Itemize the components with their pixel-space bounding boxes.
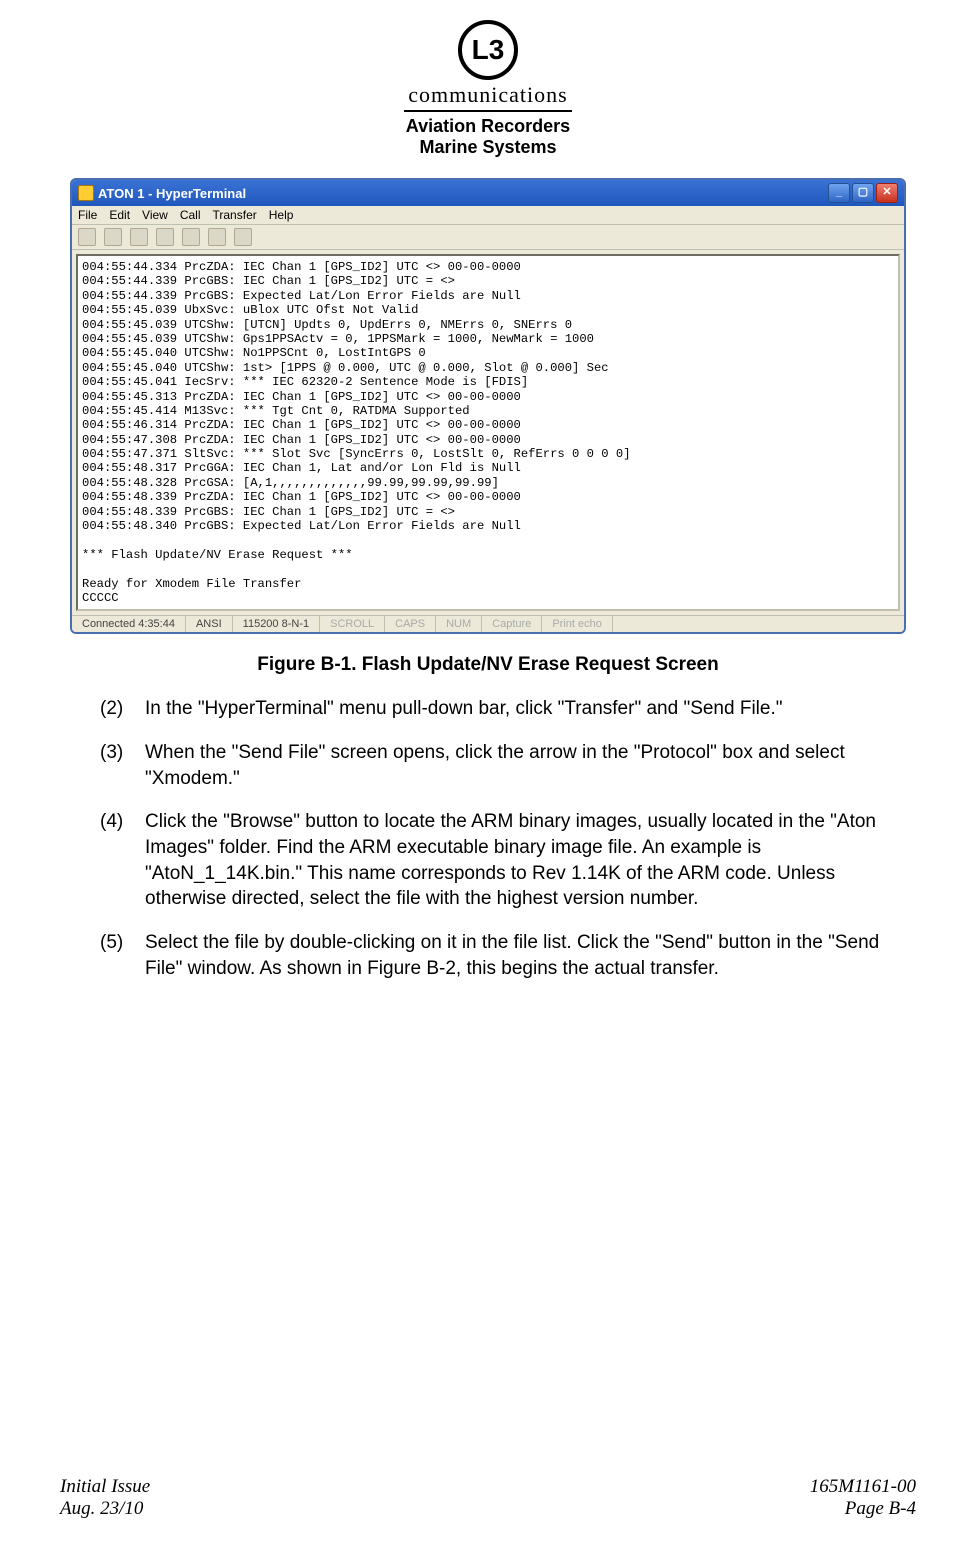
- status-caps: CAPS: [385, 616, 436, 632]
- close-button[interactable]: ✕: [876, 183, 898, 203]
- footer-pagenum: Page B-4: [810, 1498, 916, 1520]
- receive-icon[interactable]: [208, 228, 226, 246]
- status-capture: Capture: [482, 616, 542, 632]
- step-3: (3) When the "Send File" screen opens, c…: [100, 740, 906, 791]
- status-connected: Connected 4:35:44: [72, 616, 186, 632]
- page-header: L3 communications Aviation Recorders Mar…: [60, 20, 916, 158]
- step-text: When the "Send File" screen opens, click…: [145, 740, 906, 791]
- send-icon[interactable]: [182, 228, 200, 246]
- app-icon: [78, 185, 94, 201]
- menu-edit[interactable]: Edit: [109, 208, 130, 222]
- step-number: (5): [100, 930, 145, 981]
- status-emulation: ANSI: [186, 616, 233, 632]
- status-bar: Connected 4:35:44 ANSI 115200 8-N-1 SCRO…: [72, 615, 904, 632]
- footer-date: Aug. 23/10: [60, 1498, 150, 1520]
- minimize-button[interactable]: _: [828, 183, 850, 203]
- disconnect-icon[interactable]: [156, 228, 174, 246]
- status-num: NUM: [436, 616, 482, 632]
- call-icon[interactable]: [130, 228, 148, 246]
- status-port: 115200 8-N-1: [233, 616, 320, 632]
- status-scroll: SCROLL: [320, 616, 385, 632]
- footer-docnum: 165M1161-00: [810, 1476, 916, 1498]
- menu-help[interactable]: Help: [269, 208, 294, 222]
- properties-icon[interactable]: [234, 228, 252, 246]
- step-4: (4) Click the "Browse" button to locate …: [100, 809, 906, 912]
- menu-file[interactable]: File: [78, 208, 97, 222]
- toolbar: [72, 225, 904, 250]
- logo-badge: L3: [458, 20, 518, 80]
- footer-issue: Initial Issue: [60, 1476, 150, 1498]
- header-line1: Aviation Recorders: [60, 116, 916, 137]
- step-2: (2) In the "HyperTerminal" menu pull-dow…: [100, 696, 906, 722]
- step-number: (4): [100, 809, 145, 912]
- window-title: ATON 1 - HyperTerminal: [98, 186, 246, 201]
- open-icon[interactable]: [104, 228, 122, 246]
- menu-view[interactable]: View: [142, 208, 168, 222]
- page-footer: Initial Issue Aug. 23/10 165M1161-00 Pag…: [60, 1476, 916, 1520]
- company-logo: L3 communications: [404, 20, 571, 112]
- step-text: In the "HyperTerminal" menu pull-down ba…: [145, 696, 782, 722]
- logo-subtext: communications: [404, 82, 571, 112]
- instruction-body: (2) In the "HyperTerminal" menu pull-dow…: [100, 696, 906, 981]
- step-text: Select the file by double-clicking on it…: [145, 930, 906, 981]
- status-print: Print echo: [542, 616, 613, 632]
- maximize-button[interactable]: ▢: [852, 183, 874, 203]
- window-titlebar: ATON 1 - HyperTerminal _ ▢ ✕: [72, 180, 904, 206]
- menu-call[interactable]: Call: [180, 208, 201, 222]
- header-line2: Marine Systems: [60, 137, 916, 158]
- step-5: (5) Select the file by double-clicking o…: [100, 930, 906, 981]
- new-icon[interactable]: [78, 228, 96, 246]
- step-number: (2): [100, 696, 145, 722]
- terminal-output: 004:55:44.334 PrcZDA: IEC Chan 1 [GPS_ID…: [76, 254, 900, 611]
- figure-caption: Figure B-1. Flash Update/NV Erase Reques…: [60, 654, 916, 676]
- step-text: Click the "Browse" button to locate the …: [145, 809, 906, 912]
- step-number: (3): [100, 740, 145, 791]
- menu-bar: File Edit View Call Transfer Help: [72, 206, 904, 225]
- menu-transfer[interactable]: Transfer: [213, 208, 257, 222]
- hyperterminal-window: ATON 1 - HyperTerminal _ ▢ ✕ File Edit V…: [70, 178, 906, 634]
